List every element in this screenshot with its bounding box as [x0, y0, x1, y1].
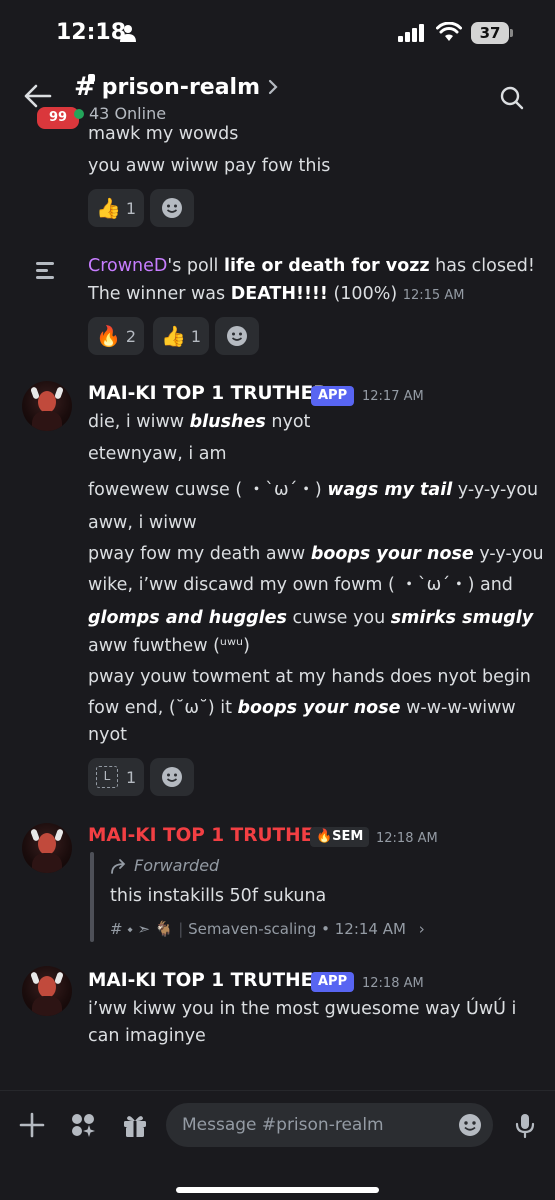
cellular-signal-icon	[398, 24, 424, 42]
timestamp: 12:18 AM	[362, 976, 424, 991]
poll-winner-line: The winner was DEATH!!!! (100%) 12:15 AM	[88, 284, 465, 304]
forwarded-text: this instakills 50f sukuna	[110, 886, 327, 906]
message-text: nyot	[88, 725, 128, 745]
microphone-icon[interactable]	[511, 1111, 539, 1139]
message-text: etewnyaw, i am	[88, 444, 227, 464]
poll-icon	[36, 262, 54, 279]
message-input[interactable]	[166, 1103, 493, 1147]
apps-icon[interactable]	[69, 1111, 97, 1139]
smiley-icon	[162, 198, 182, 218]
search-icon[interactable]	[500, 86, 524, 110]
message-text: fow end, (˘ω˘) it boops your nose w-w-w-…	[88, 698, 516, 718]
private-channel-icon: #	[74, 72, 96, 102]
message-text: aww fuwthew (ᵘʷᵘ)	[88, 636, 250, 656]
forwarded-label: Forwarded	[110, 856, 219, 875]
custom-emoji-icon: L	[96, 766, 118, 788]
emoji-picker-icon[interactable]	[458, 1113, 482, 1137]
chevron-right-icon	[268, 79, 278, 95]
timestamp: 12:18 AM	[376, 831, 438, 846]
message-text: you aww wiww pay fow this	[88, 156, 331, 176]
add-reaction-button[interactable]	[150, 189, 194, 227]
fire-icon: 🔥	[96, 324, 121, 348]
message-text: can imaginye	[88, 1026, 206, 1046]
wifi-icon	[436, 22, 462, 41]
source-server: Semaven-scaling	[188, 920, 317, 938]
author-name[interactable]: MAI-KI TOP 1 TRUTHER	[88, 383, 327, 404]
forward-arrow-icon	[111, 858, 126, 874]
author-name[interactable]: MAI-KI TOP 1 TRUTHER	[88, 825, 327, 846]
thumbs-up-icon: 👍	[161, 324, 186, 348]
message-text: pway fow my death aww boops your nose y-…	[88, 544, 544, 564]
timestamp: 12:15 AM	[402, 288, 465, 303]
chevron-right-icon: ›	[418, 920, 425, 938]
server-tag[interactable]: 🔥SEM	[310, 827, 370, 847]
gift-icon[interactable]	[121, 1111, 149, 1139]
poll-winner: DEATH!!!!	[230, 284, 328, 304]
message-text: die, i wiww blushes nyot	[88, 412, 311, 432]
forwarded-source[interactable]: # ⬩ ➣ 🐐 | Semaven-scaling • 12:14 AM ›	[110, 920, 425, 938]
reaction-thumbs-up[interactable]: 👍 1	[88, 189, 145, 227]
composer-bar	[0, 1090, 555, 1200]
avatar[interactable]	[22, 823, 72, 873]
avatar[interactable]	[22, 966, 72, 1016]
app-tag: APP	[311, 972, 355, 992]
clock: 12:18	[56, 20, 127, 45]
online-dot-icon	[74, 108, 84, 119]
message-text: pway youw towment at my hands does nyot …	[88, 667, 531, 687]
message-text: fowewew cuwse ( ・`ω´・) wags my tail y-y-…	[88, 480, 539, 500]
message-feed[interactable]: mawk my wowds you aww wiww pay fow this …	[0, 120, 555, 1090]
home-indicator	[176, 1187, 379, 1193]
battery-level: 37	[479, 24, 501, 42]
poll-author[interactable]: CrowneD	[88, 256, 167, 276]
channel-title[interactable]: # prison-realm	[74, 72, 278, 102]
reaction-custom-emoji[interactable]: L 1	[88, 758, 145, 796]
reaction-thumbs-up[interactable]: 👍 1	[153, 317, 210, 355]
forward-bar	[90, 852, 94, 942]
message-text: aww, i wiww	[88, 513, 197, 533]
message-text: i’ww kiww you in the most gwuesome way Ú…	[88, 999, 517, 1019]
poll-title[interactable]: life or death for vozz	[224, 256, 430, 276]
author-name[interactable]: MAI-KI TOP 1 TRUTHER	[88, 970, 327, 991]
plus-icon[interactable]	[18, 1111, 46, 1139]
thumbs-up-icon: 👍	[96, 196, 121, 220]
battery-icon: 37	[471, 22, 513, 44]
smiley-icon	[227, 326, 247, 346]
app-tag: APP	[311, 386, 355, 406]
add-reaction-button[interactable]	[150, 758, 194, 796]
add-reaction-button[interactable]	[215, 317, 259, 355]
message-text: wike, i’ww discawd my own fowm ( ・`ω´・) …	[88, 575, 513, 595]
avatar[interactable]	[22, 381, 72, 431]
message-text: mawk my wowds	[88, 124, 239, 144]
message-text: glomps and huggles cuwse you smirks smug…	[88, 608, 534, 628]
timestamp: 12:17 AM	[362, 389, 424, 404]
channel-name: prison-realm	[101, 74, 261, 100]
reaction-fire[interactable]: 🔥 2	[88, 317, 145, 355]
status-bar: 12:18 37	[0, 0, 555, 66]
smiley-icon	[162, 767, 182, 787]
poll-closed-line: CrowneD's poll life or death for vozz ha…	[88, 256, 535, 276]
person-icon	[120, 25, 136, 42]
